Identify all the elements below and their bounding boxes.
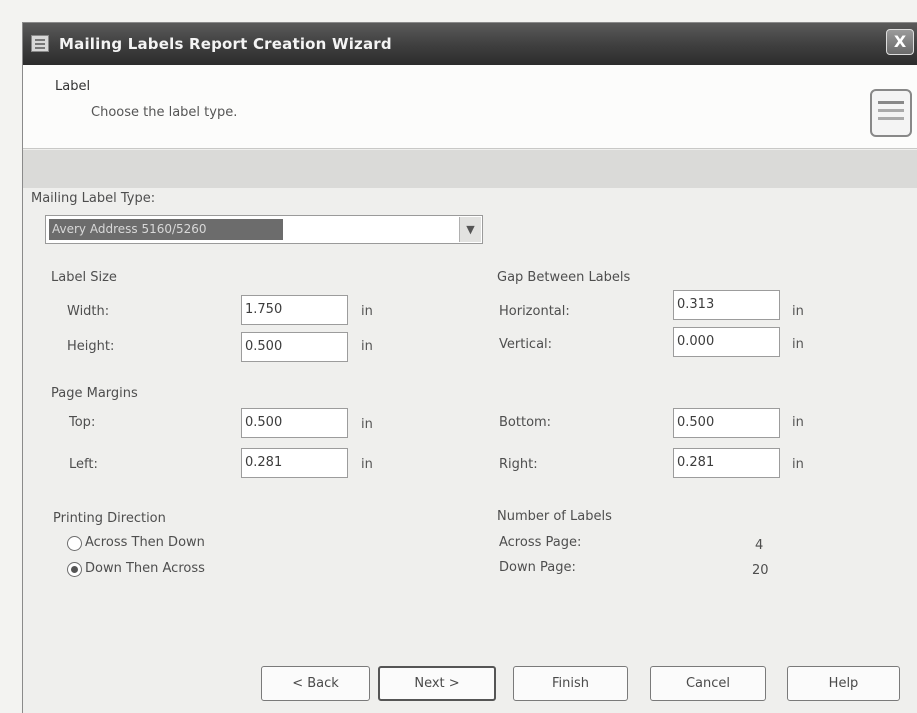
bottom-margin-unit: in <box>792 415 804 430</box>
header-divider-band <box>23 150 917 188</box>
label-size-group-label: Label Size <box>51 270 117 285</box>
step-title: Label <box>55 79 91 94</box>
across-then-down-radio[interactable] <box>67 536 82 551</box>
right-margin-label: Right: <box>499 457 538 472</box>
left-margin-label: Left: <box>69 457 98 472</box>
right-margin-unit: in <box>792 457 804 472</box>
across-then-down-label[interactable]: Across Then Down <box>85 535 205 550</box>
height-unit: in <box>361 339 373 354</box>
title-bar[interactable]: Mailing Labels Report Creation Wizard X <box>23 23 917 65</box>
left-margin-input[interactable]: 0.281 <box>241 448 348 478</box>
close-button[interactable]: X <box>886 29 914 55</box>
height-label: Height: <box>67 339 115 354</box>
help-button[interactable]: Help <box>787 666 900 701</box>
left-margin-unit: in <box>361 457 373 472</box>
width-unit: in <box>361 304 373 319</box>
wizard-header: Label Choose the label type. <box>23 65 917 149</box>
top-margin-unit: in <box>361 417 373 432</box>
report-icon <box>31 35 49 52</box>
vertical-gap-input[interactable]: 0.000 <box>673 327 780 357</box>
next-button[interactable]: Next > <box>378 666 496 701</box>
top-margin-input[interactable]: 0.500 <box>241 408 348 438</box>
horizontal-gap-unit: in <box>792 304 804 319</box>
number-of-labels-group-label: Number of Labels <box>497 509 612 524</box>
cancel-button[interactable]: Cancel <box>650 666 766 701</box>
mailing-label-icon <box>870 89 912 137</box>
vertical-gap-unit: in <box>792 337 804 352</box>
vertical-gap-label: Vertical: <box>499 337 553 352</box>
down-page-label: Down Page: <box>499 560 576 575</box>
top-margin-label: Top: <box>69 415 96 430</box>
label-type-label: Mailing Label Type: <box>31 191 156 206</box>
down-then-across-label[interactable]: Down Then Across <box>85 561 205 576</box>
horizontal-gap-input[interactable]: 0.313 <box>673 290 780 320</box>
step-description: Choose the label type. <box>91 105 238 120</box>
page-margins-group-label: Page Margins <box>51 386 138 401</box>
label-type-selected-value: Avery Address 5160/5260 <box>49 219 283 240</box>
down-then-across-radio[interactable] <box>67 562 82 577</box>
printing-direction-group-label: Printing Direction <box>53 511 166 526</box>
across-page-label: Across Page: <box>499 535 582 550</box>
width-input[interactable]: 1.750 <box>241 295 348 325</box>
bottom-margin-label: Bottom: <box>499 415 552 430</box>
width-label: Width: <box>67 304 110 319</box>
height-input[interactable]: 0.500 <box>241 332 348 362</box>
label-type-select[interactable]: Avery Address 5160/5260 ▼ <box>45 215 483 244</box>
right-margin-input[interactable]: 0.281 <box>673 448 780 478</box>
back-button[interactable]: < Back <box>261 666 370 701</box>
across-page-value: 4 <box>755 538 764 553</box>
bottom-margin-input[interactable]: 0.500 <box>673 408 780 438</box>
horizontal-gap-label: Horizontal: <box>499 304 570 319</box>
window-title: Mailing Labels Report Creation Wizard <box>59 35 392 53</box>
wizard-window: Mailing Labels Report Creation Wizard X … <box>22 22 917 713</box>
finish-button[interactable]: Finish <box>513 666 628 701</box>
gap-group-label: Gap Between Labels <box>497 270 631 285</box>
down-page-value: 20 <box>752 563 769 578</box>
chevron-down-icon[interactable]: ▼ <box>459 217 481 242</box>
